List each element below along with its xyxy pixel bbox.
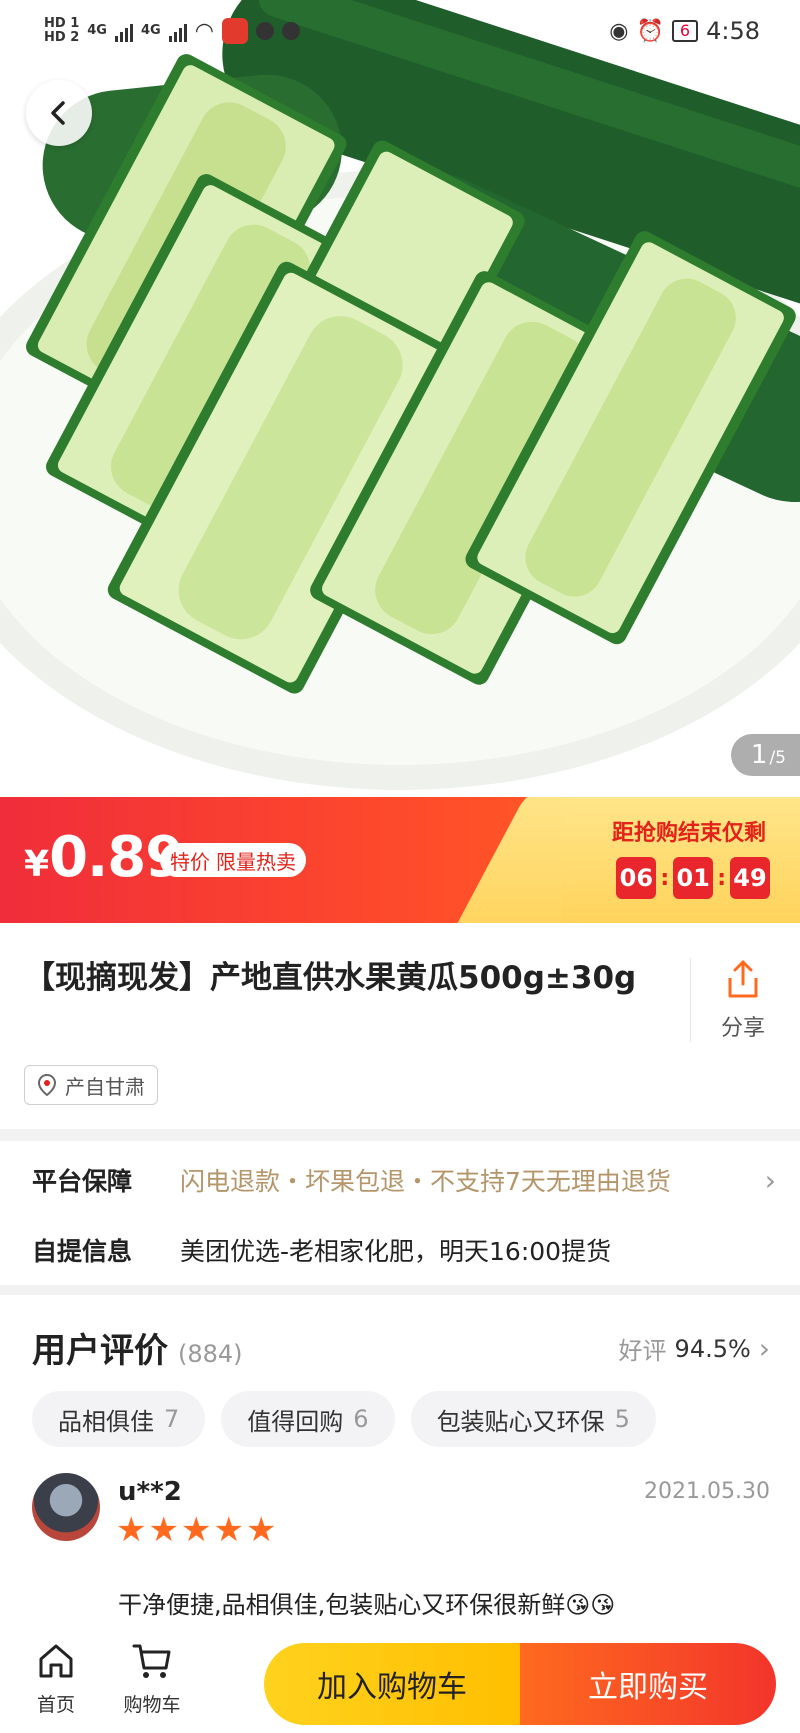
app-notification-icon: [221, 18, 248, 44]
good-rate-value: 94.5%: [674, 1334, 751, 1363]
image-counter: 1 /5: [730, 734, 800, 776]
tag-special: 特价: [170, 849, 210, 874]
status-bar: HD 1 HD 2 4G 4G ◠ ◉ ⏰ 6 4:58: [0, 0, 800, 62]
star-icon: ★: [148, 1510, 179, 1550]
price-currency: ¥: [24, 844, 50, 885]
back-button[interactable]: [26, 80, 92, 146]
star-icon: ★: [245, 1510, 277, 1550]
message-icon: [281, 22, 300, 40]
hd1-label: HD 1: [44, 16, 80, 31]
origin-badge: 产自甘肃: [24, 1065, 158, 1105]
price-tag: 特价 限量热卖: [160, 843, 306, 877]
location-pin-icon: [37, 1073, 57, 1097]
image-total: /5: [769, 748, 786, 768]
wifi-icon: ◠: [194, 18, 214, 44]
cart-button[interactable]: 购物车: [112, 1641, 192, 1717]
eye-icon: ◉: [609, 18, 629, 44]
review-date: 2021.05.30: [644, 1479, 770, 1504]
home-label: 首页: [36, 1694, 75, 1716]
battery-icon: 6: [671, 20, 699, 42]
review-chip[interactable]: 品相俱佳 7: [32, 1391, 206, 1447]
buy-now-button[interactable]: 立即购买: [520, 1643, 776, 1725]
review-chip[interactable]: 包装贴心又环保 5: [410, 1391, 656, 1447]
reviews-count: (884): [178, 1340, 243, 1368]
chip-label: 品相俱佳: [58, 1407, 154, 1436]
tag-hot: 限量热卖: [216, 849, 296, 874]
cart-icon: [132, 1644, 171, 1678]
chip-label: 包装贴心又环保: [436, 1407, 605, 1436]
chip-count: 5: [614, 1405, 630, 1433]
pickup-info-value: 美团优选-老相家化肥，明天16:00提货: [180, 1237, 612, 1266]
network2-label: 4G: [140, 23, 161, 38]
reviews-heading: 用户评价: [32, 1331, 168, 1371]
product-title: 【现摘现发】产地直供水果黄瓜500g±30g: [24, 960, 637, 996]
bottom-action-bar: 首页 购物车 加入购物车 立即购买: [0, 1625, 800, 1733]
platform-guarantee-row[interactable]: 平台保障 闪电退款・坏果包退・不支持7天无理由退货 ›: [32, 1155, 776, 1205]
review-chip[interactable]: 值得回购 6: [221, 1391, 395, 1447]
good-rate-link[interactable]: 好评 94.5% ›: [619, 1331, 770, 1366]
image-current: 1: [750, 740, 768, 770]
star-icon: ★: [213, 1510, 244, 1550]
share-button[interactable]: 分享: [690, 958, 795, 1042]
countdown-separator: :: [660, 865, 670, 891]
countdown-seconds: 49: [730, 857, 770, 899]
share-label: 分享: [720, 1016, 765, 1041]
countdown-timer: 06 : 01 : 49: [616, 857, 770, 899]
home-icon: [39, 1644, 73, 1678]
star-icon: ★: [180, 1510, 212, 1550]
countdown-hours: 06: [616, 857, 657, 899]
review-username: u**2: [118, 1477, 182, 1507]
avatar: [32, 1473, 100, 1541]
signal-icon: [168, 20, 187, 42]
chevron-left-icon: [51, 101, 65, 125]
product-image-gallery[interactable]: HD 1 HD 2 4G 4G ◠ ◉ ⏰ 6 4:58 1 /5: [0, 0, 800, 797]
product-info-card: 【现摘现发】产地直供水果黄瓜500g±30g 分享 产自甘肃: [0, 923, 800, 1129]
share-icon: [728, 960, 758, 998]
good-rate-label: 好评: [618, 1337, 667, 1365]
platform-guarantee-value: 闪电退款・坏果包退・不支持7天无理由退货: [180, 1167, 671, 1196]
chevron-right-icon: ›: [758, 1332, 770, 1365]
review-text: 干净便捷,品相俱佳,包装贴心又环保很新鲜😘😘: [118, 1591, 616, 1619]
guarantee-section: 平台保障 闪电退款・坏果包退・不支持7天无理由退货 › 自提信息 美团优选-老相…: [0, 1141, 800, 1285]
origin-text: 产自甘肃: [65, 1074, 145, 1099]
pickup-info-row: 自提信息 美团优选-老相家化肥，明天16:00提货: [32, 1225, 776, 1275]
chip-count: 6: [353, 1405, 369, 1433]
clock-time: 4:58: [706, 17, 760, 45]
countdown-label: 距抢购结束仅剩: [611, 821, 766, 846]
review-tag-chips: 品相俱佳 7 值得回购 6 包装贴心又环保 5: [32, 1391, 656, 1447]
home-button[interactable]: 首页: [16, 1641, 96, 1717]
product-photo: [0, 0, 800, 797]
notification-icon: [255, 22, 274, 40]
pickup-info-label: 自提信息: [32, 1237, 133, 1266]
hd-indicator: HD 1 HD 2: [44, 17, 79, 45]
countdown-minutes: 01: [673, 857, 714, 899]
signal-icon: [114, 20, 133, 42]
star-icon: ★: [116, 1510, 147, 1550]
network1-label: 4G: [87, 23, 107, 38]
countdown-separator: :: [717, 865, 726, 891]
platform-guarantee-label: 平台保障: [32, 1167, 133, 1196]
price-banner: ¥ 0.89 特价 限量热卖 距抢购结束仅剩 06 : 01 : 49: [0, 797, 800, 923]
reviews-header: 用户评价 (884): [32, 1323, 243, 1372]
hd2-label: HD 2: [44, 30, 80, 45]
cart-label: 购物车: [123, 1694, 181, 1716]
chip-count: 7: [164, 1405, 180, 1433]
alarm-icon: ⏰: [636, 18, 664, 44]
chevron-right-icon: ›: [764, 1163, 776, 1197]
add-to-cart-button[interactable]: 加入购物车: [264, 1643, 520, 1725]
review-rating: ★ ★ ★ ★ ★: [116, 1513, 276, 1547]
chip-label: 值得回购: [247, 1407, 344, 1436]
